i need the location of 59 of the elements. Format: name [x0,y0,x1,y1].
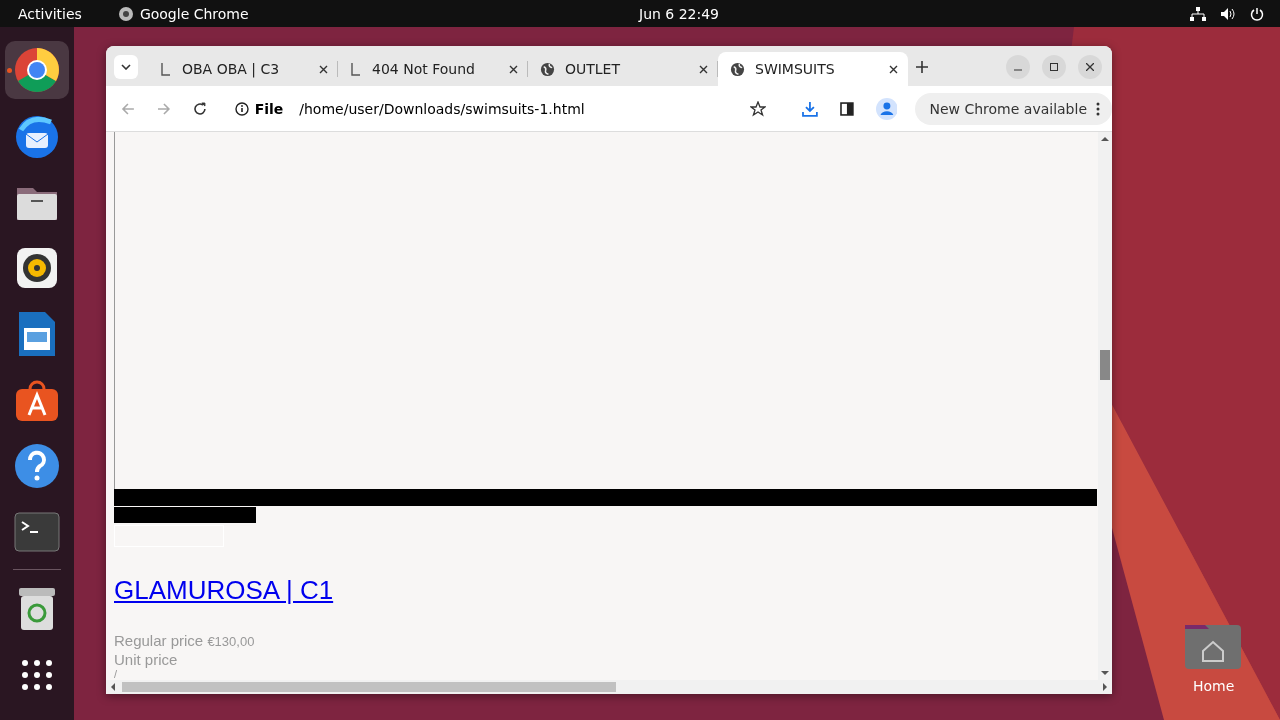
scroll-up-icon[interactable] [1101,136,1109,142]
scroll-thumb[interactable] [1100,350,1110,380]
scroll-thumb[interactable] [122,682,616,692]
page-icon [350,62,362,76]
chrome-icon[interactable] [13,46,61,94]
profile-icon[interactable] [875,97,898,120]
activities-button[interactable]: Activities [18,5,82,22]
close-icon[interactable] [509,64,518,74]
horizontal-scrollbar[interactable] [106,680,1112,694]
chrome-icon [117,5,134,22]
close-icon[interactable] [699,64,708,74]
update-button[interactable]: New Chrome available [915,92,1112,125]
scroll-right-icon[interactable] [1102,683,1108,691]
unit-separator: / [114,668,118,680]
dock-item[interactable] [5,41,69,99]
url-text: /home/user/Downloads/swimsuits-1.html [299,100,586,117]
home-label: Home [1193,678,1235,694]
vertical-scrollbar[interactable] [1098,132,1112,680]
clock[interactable]: Jun 6 22:49 [639,5,720,22]
power-icon[interactable] [1250,6,1264,21]
browser-tab[interactable]: OBA OBA | C3 [148,52,338,86]
close-icon [1086,63,1094,71]
tab-search-button[interactable] [114,55,138,79]
price-label: Regular price [114,632,204,649]
product-title-link[interactable]: GLAMUROSA | C1 [114,575,334,606]
close-icon[interactable] [319,64,328,74]
browser-tab[interactable]: OUTLET [528,52,718,86]
maximize-icon [1050,63,1058,71]
terminal-icon[interactable] [14,512,60,552]
reload-icon[interactable] [192,101,207,116]
more-icon [1096,101,1100,116]
volume-icon[interactable] [1220,6,1236,21]
maximize-button[interactable] [1042,55,1066,79]
download-icon[interactable] [801,100,818,117]
minimize-button[interactable] [1006,55,1030,79]
globe-icon [730,61,745,77]
unit-price-label: Unit price [114,651,178,668]
new-tab-button[interactable] [916,61,928,76]
scheme-label: File [254,100,284,117]
browser-tab[interactable]: SWIMSUITS [718,52,908,86]
scroll-down-icon[interactable] [1101,670,1109,676]
trash-icon[interactable] [17,586,57,632]
price-amount: €130,00 [207,634,255,649]
caret-icon [121,64,131,70]
app-menu[interactable]: Google Chrome [139,5,249,22]
info-icon [234,101,249,116]
speaker-icon[interactable] [15,246,59,290]
side-panel-icon[interactable] [839,101,854,116]
help-icon[interactable] [14,443,60,489]
browser-tab[interactable]: 404 Not Found [338,52,528,86]
network-icon[interactable] [1190,6,1206,21]
globe-icon [540,61,555,77]
app-grid-icon[interactable] [21,659,53,691]
star-icon[interactable] [749,100,766,117]
close-icon[interactable] [889,64,898,74]
close-button[interactable] [1078,55,1102,79]
page-icon [160,62,172,76]
running-indicator [7,68,12,73]
scroll-left-icon[interactable] [110,683,116,691]
